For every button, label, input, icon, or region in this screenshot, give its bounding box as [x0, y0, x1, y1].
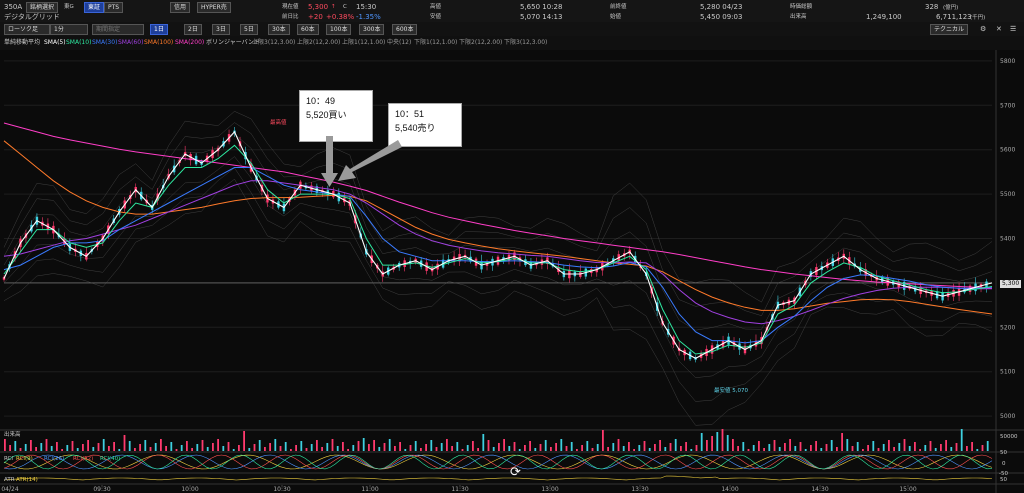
atr-label: ATR: [4, 477, 15, 483]
rci-item-2: RCI(26): [44, 456, 65, 462]
callout-arrows: [321, 136, 402, 187]
volume-panel-label: 出来高: [4, 432, 21, 438]
rci-item-4: RCI(40): [100, 456, 121, 462]
atr-scale: 50: [1000, 477, 1007, 483]
buy-arrow: [321, 136, 338, 187]
rci-scale-mid: 0: [1002, 461, 1006, 467]
sell-arrow: [338, 140, 402, 181]
refresh-icon[interactable]: ⟳: [510, 466, 521, 479]
rci-label: RCI: [4, 456, 14, 462]
volume-scale: 50000: [1000, 434, 1018, 440]
rci-scale-top: 50: [1000, 450, 1007, 456]
rci-item-1: RCI(9): [16, 456, 33, 462]
rci-item-3: RCI(52): [73, 456, 94, 462]
atr-item: ATR(14): [16, 477, 38, 483]
